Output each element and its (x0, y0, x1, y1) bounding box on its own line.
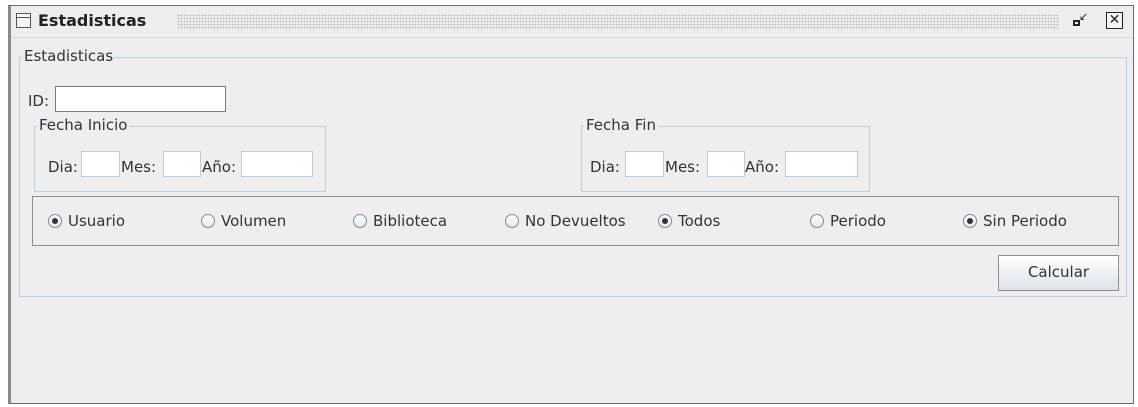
fi-mes-label: Mes: (121, 158, 157, 176)
radio-periodo[interactable]: Periodo (810, 211, 886, 231)
window-icon (16, 13, 31, 28)
close-icon[interactable]: ✕ (1106, 12, 1123, 29)
estadisticas-window: Estadisticas ↙ ✕ Estadisticas ID: Fecha … (8, 5, 1134, 404)
radio-no-devueltos[interactable]: No Devueltos (505, 211, 626, 231)
fi-dia-input[interactable] (81, 151, 120, 177)
ff-dia-input[interactable] (625, 151, 664, 177)
radio-indicator (810, 214, 824, 228)
fi-anio-label: Año: (202, 158, 236, 176)
title-bar[interactable]: Estadisticas ↙ ✕ (11, 6, 1133, 38)
fi-anio-input[interactable] (241, 151, 313, 177)
radio-volumen[interactable]: Volumen (201, 211, 286, 231)
title-bar-texture (177, 14, 1059, 30)
radio-indicator (48, 214, 62, 228)
calcular-button[interactable]: Calcular (998, 255, 1119, 291)
ff-anio-label: Año: (745, 158, 779, 176)
radio-label: No Devueltos (525, 212, 626, 230)
ff-dia-label: Dia: (590, 158, 620, 176)
panel-title: Estadisticas (22, 47, 116, 65)
radio-label: Todos (678, 212, 721, 230)
fecha-fin-title: Fecha Fin (584, 116, 658, 134)
radio-indicator (963, 214, 977, 228)
iconify-icon[interactable]: ↙ (1071, 10, 1089, 30)
radio-label: Sin Periodo (983, 212, 1067, 230)
window-title: Estadisticas (38, 11, 147, 30)
ff-mes-input[interactable] (707, 151, 745, 177)
radio-label: Biblioteca (373, 212, 448, 230)
radio-sin-periodo[interactable]: Sin Periodo (963, 211, 1067, 231)
radio-biblioteca[interactable]: Biblioteca (353, 211, 447, 231)
radio-indicator (353, 214, 367, 228)
id-label: ID: (28, 92, 50, 110)
ff-anio-input[interactable] (785, 151, 858, 177)
radio-todos[interactable]: Todos (658, 211, 720, 231)
ff-mes-label: Mes: (665, 158, 701, 176)
fecha-inicio-title: Fecha Inicio (37, 116, 130, 134)
radio-indicator (505, 214, 519, 228)
radio-indicator (201, 214, 215, 228)
id-input[interactable] (55, 86, 226, 112)
fi-dia-label: Dia: (48, 158, 78, 176)
radio-label: Volumen (221, 212, 287, 230)
radio-usuario[interactable]: Usuario (48, 211, 125, 231)
radio-indicator (658, 214, 672, 228)
radio-label: Periodo (830, 212, 886, 230)
fi-mes-input[interactable] (163, 151, 201, 177)
radio-label: Usuario (68, 212, 126, 230)
